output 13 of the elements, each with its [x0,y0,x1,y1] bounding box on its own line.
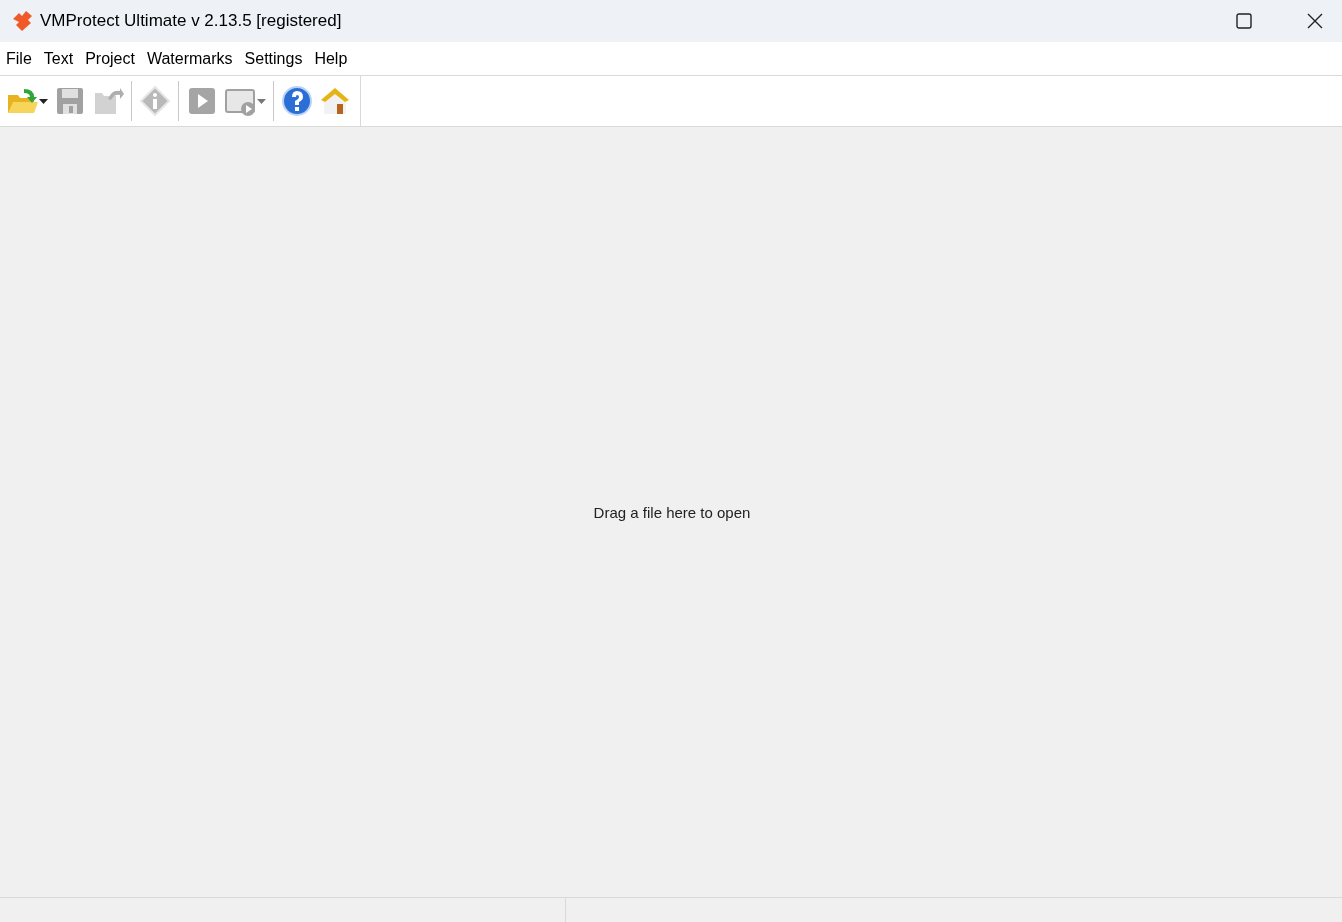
menu-item[interactable]: Text [37,46,80,71]
menu-item[interactable]: Watermarks [140,46,239,71]
house-icon[interactable] [319,85,351,117]
menu-item[interactable]: Project [79,46,141,71]
menu-item[interactable]: Help [308,46,354,71]
maximize-icon[interactable] [1236,13,1252,29]
menu-item[interactable]: Settings [238,46,309,71]
help-icon[interactable] [281,85,313,117]
menu-item[interactable]: File [0,46,38,71]
drop-hint: Drag a file here to open [593,502,751,523]
dropdown-caret-icon[interactable] [39,98,48,104]
close-icon[interactable] [1307,13,1323,29]
window-title: VMProtect Ultimate v 2.13.5 [registered] [40,10,342,33]
